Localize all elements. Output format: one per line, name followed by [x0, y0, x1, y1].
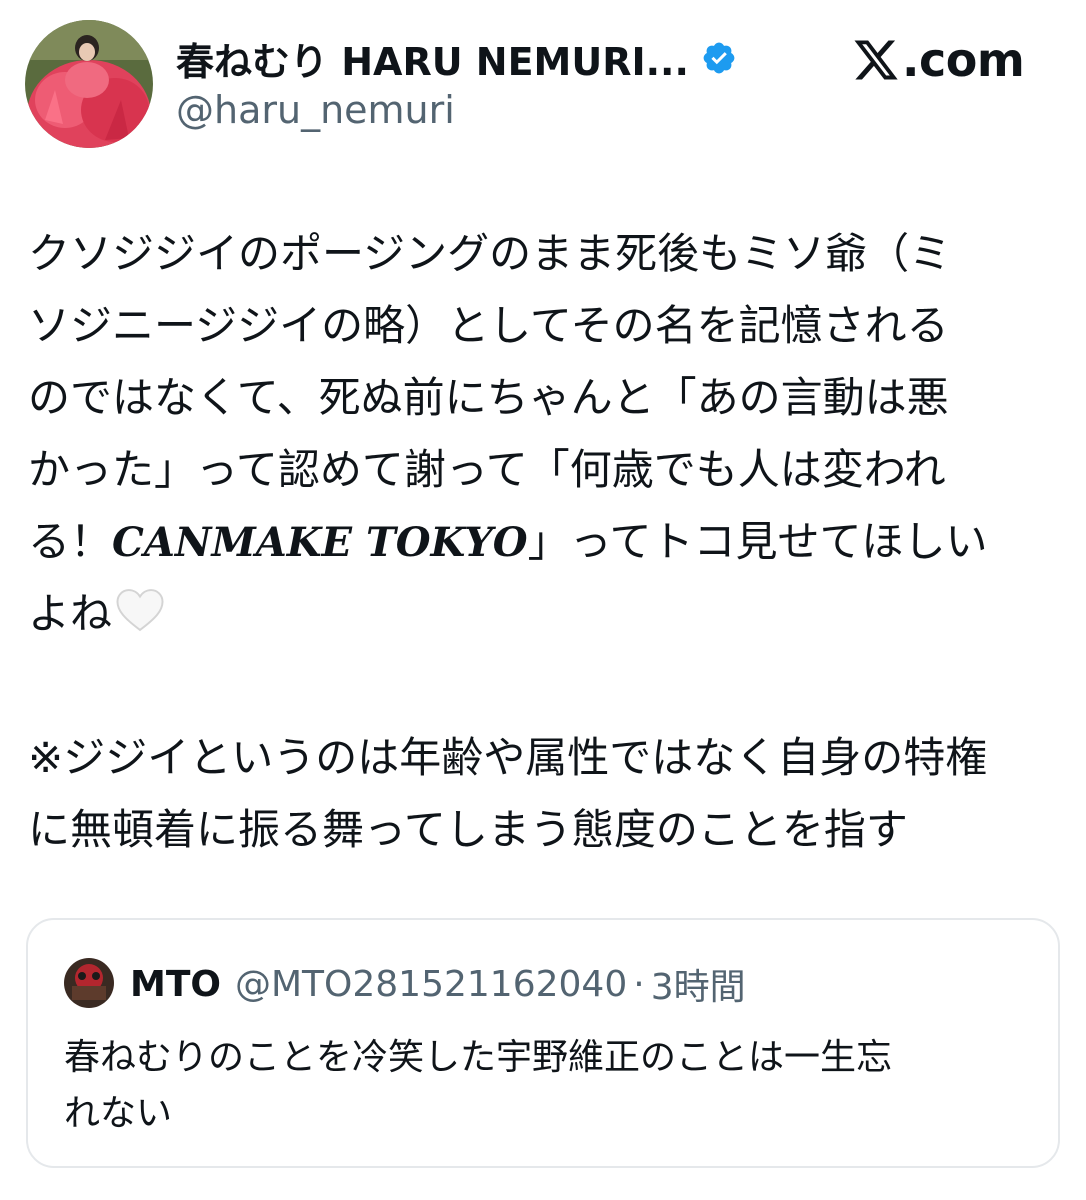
quoted-author-avatar[interactable]: [64, 958, 114, 1008]
author-name-row[interactable]: 春ねむり HARU NEMURI...: [176, 28, 737, 88]
tweet-line-text: る！: [28, 517, 113, 566]
x-brand: .com: [852, 28, 1025, 92]
brand-name: CANMAKE TOKYO: [112, 519, 528, 566]
quoted-author-handle[interactable]: @MTO281521162040: [235, 964, 627, 1005]
author-display-name[interactable]: 春ねむり HARU NEMURI...: [176, 31, 689, 86]
quoted-author-name[interactable]: MTO: [130, 964, 221, 1005]
quoted-line: れない: [64, 1093, 173, 1134]
x-logo-icon: [854, 40, 898, 80]
tweet-line: に無頓着に振る舞ってしまう態度のことを指す: [28, 805, 908, 854]
quoted-tweet-card[interactable]: MTO @MTO281521162040 · 3時間 春ねむりのことを冷笑した宇…: [26, 918, 1060, 1168]
tweet-line: ※ジジイというのは年齢や属性ではなく自身の特権: [28, 733, 988, 782]
white-heart-icon: [116, 589, 164, 632]
tweet-line: クソジジイのポージングのまま死後もミソ爺（ミ: [28, 229, 952, 278]
quoted-header: MTO @MTO281521162040 · 3時間: [130, 956, 746, 1012]
author-handle[interactable]: @haru_nemuri: [176, 88, 455, 132]
tweet-line: ソジニージジイの略）としてその名を記憶される: [28, 301, 949, 350]
tweet-text: クソジジイのポージングのまま死後もミソ爺（ミ ソジニージジイの略）としてその名を…: [28, 218, 1068, 866]
quoted-tweet-text: 春ねむりのことを冷笑した宇野維正のことは一生忘 れない: [64, 1030, 1024, 1142]
tweet-header: 春ねむり HARU NEMURI... @haru_nemuri .com: [0, 0, 1086, 160]
quoted-line: 春ねむりのことを冷笑した宇野維正のことは一生忘: [64, 1037, 893, 1078]
tweet-line-text: よね: [28, 589, 113, 638]
tweet-line: よね: [28, 578, 1068, 650]
verified-badge-icon: [703, 42, 735, 74]
tweet-line: る！CANMAKE TOKYO」ってトコ見せてほしい: [28, 506, 1068, 578]
x-site-label: .com: [902, 33, 1025, 87]
tweet-line-text: 」ってトコ見せてほしい: [527, 517, 988, 566]
tweet-line: かった」って認めて謝って「何歳でも人は変われ: [28, 445, 946, 494]
quoted-timestamp[interactable]: 3時間: [651, 958, 746, 1010]
dot-separator: ·: [633, 963, 645, 1005]
author-avatar[interactable]: [25, 20, 153, 148]
tweet-line: のではなくて、死ぬ前にちゃんと「あの言動は悪: [28, 373, 949, 422]
